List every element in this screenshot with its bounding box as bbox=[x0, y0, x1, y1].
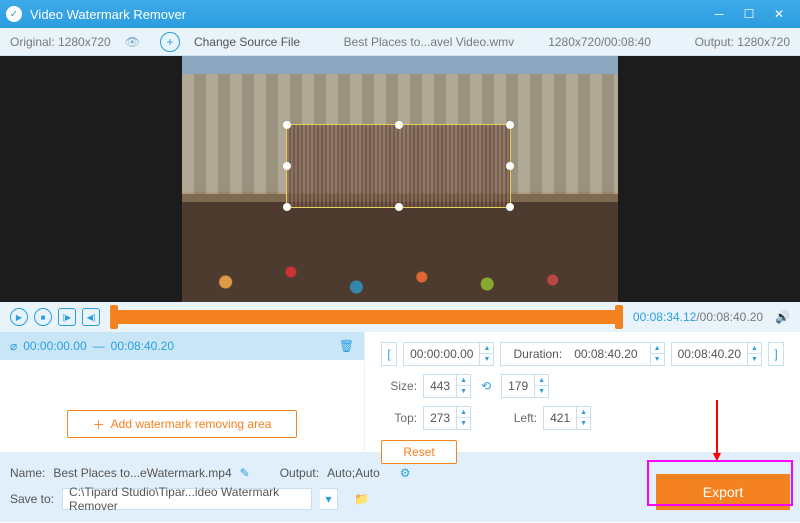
save-path-dropdown[interactable]: ▾ bbox=[320, 488, 338, 510]
saveto-label: Save to: bbox=[10, 492, 54, 506]
eraser-icon: ⌀ bbox=[10, 339, 17, 353]
total-time: /00:08:40.20 bbox=[696, 310, 763, 324]
add-area-button[interactable]: ＋Add watermark removing area bbox=[67, 410, 297, 438]
open-folder-icon[interactable]: 📁 bbox=[354, 492, 369, 506]
titlebar: ✓ Video Watermark Remover ─ ☐ ✕ bbox=[0, 0, 800, 28]
minimize-button[interactable]: ─ bbox=[704, 4, 734, 24]
delete-segment-icon[interactable]: 🗑 bbox=[339, 339, 354, 353]
app-logo-icon: ✓ bbox=[6, 6, 22, 22]
save-path[interactable]: C:\Tipard Studio\Tipar...ideo Watermark … bbox=[62, 488, 312, 510]
current-time: 00:08:34.12 bbox=[633, 310, 696, 324]
duration-input[interactable]: Duration:00:08:40.20▲▼ bbox=[500, 342, 664, 366]
preview-toggle-icon[interactable]: 👁 bbox=[125, 35, 140, 49]
output-name: Best Places to...eWatermark.mp4 bbox=[53, 466, 231, 480]
trim-end-input[interactable]: 00:08:40.20▲▼ bbox=[671, 342, 762, 366]
top-label: Top: bbox=[381, 411, 417, 425]
change-source-button[interactable]: Change Source File bbox=[194, 35, 300, 49]
trim-start-bracket[interactable]: [ bbox=[381, 342, 397, 366]
add-source-icon[interactable]: + bbox=[160, 32, 180, 52]
export-button[interactable]: Export bbox=[656, 474, 790, 510]
output-format: Auto;Auto bbox=[327, 466, 380, 480]
segment-end: 00:08:40.20 bbox=[111, 339, 174, 353]
output-label: Output: bbox=[280, 466, 319, 480]
watermark-selection[interactable] bbox=[286, 124, 511, 208]
link-aspect-icon[interactable]: ⟲ bbox=[477, 379, 495, 393]
video-preview[interactable] bbox=[0, 56, 800, 302]
mark-in-button[interactable]: [▶ bbox=[58, 308, 76, 326]
play-button[interactable]: ▶ bbox=[10, 308, 28, 326]
volume-icon[interactable]: 🔊 bbox=[775, 310, 790, 324]
maximize-button[interactable]: ☐ bbox=[734, 4, 764, 24]
segments-panel: ⌀ 00:00:00.00 — 00:08:40.20 🗑 ＋Add water… bbox=[0, 332, 365, 452]
width-input[interactable]: 443▲▼ bbox=[423, 374, 471, 398]
trim-end-bracket[interactable]: ] bbox=[768, 342, 784, 366]
close-button[interactable]: ✕ bbox=[764, 4, 794, 24]
properties-panel: [ 00:00:00.00▲▼ Duration:00:08:40.20▲▼ 0… bbox=[365, 332, 800, 452]
mark-out-button[interactable]: ◀] bbox=[82, 308, 100, 326]
name-label: Name: bbox=[10, 466, 45, 480]
height-input[interactable]: 179▲▼ bbox=[501, 374, 549, 398]
source-filename: Best Places to...avel Video.wmv bbox=[344, 35, 515, 49]
size-label: Size: bbox=[381, 379, 417, 393]
original-resolution: Original: 1280x720 bbox=[10, 35, 111, 49]
rename-icon[interactable]: ✎ bbox=[240, 466, 250, 480]
plus-icon: ＋ bbox=[93, 416, 105, 433]
left-input[interactable]: 421▲▼ bbox=[543, 406, 591, 430]
bottom-bar: Name: Best Places to...eWatermark.mp4 ✎ … bbox=[0, 452, 800, 522]
segment-start: 00:00:00.00 bbox=[23, 339, 86, 353]
output-settings-icon[interactable]: ⚙ bbox=[400, 466, 411, 480]
seek-track[interactable] bbox=[112, 310, 621, 324]
left-label: Left: bbox=[501, 411, 537, 425]
stop-button[interactable]: ■ bbox=[34, 308, 52, 326]
annotation-arrowhead: ▼ bbox=[710, 448, 724, 464]
app-title: Video Watermark Remover bbox=[30, 7, 704, 22]
toolbar: Original: 1280x720 👁 + Change Source Fil… bbox=[0, 28, 800, 56]
output-resolution: Output: 1280x720 bbox=[695, 35, 790, 49]
source-info: 1280x720/00:08:40 bbox=[548, 35, 651, 49]
top-input[interactable]: 273▲▼ bbox=[423, 406, 471, 430]
playback-controls: ▶ ■ [▶ ◀] 00:08:34.12/00:08:40.20 🔊 bbox=[0, 302, 800, 332]
segment-row[interactable]: ⌀ 00:00:00.00 — 00:08:40.20 🗑 bbox=[0, 332, 364, 360]
trim-start-input[interactable]: 00:00:00.00▲▼ bbox=[403, 342, 494, 366]
